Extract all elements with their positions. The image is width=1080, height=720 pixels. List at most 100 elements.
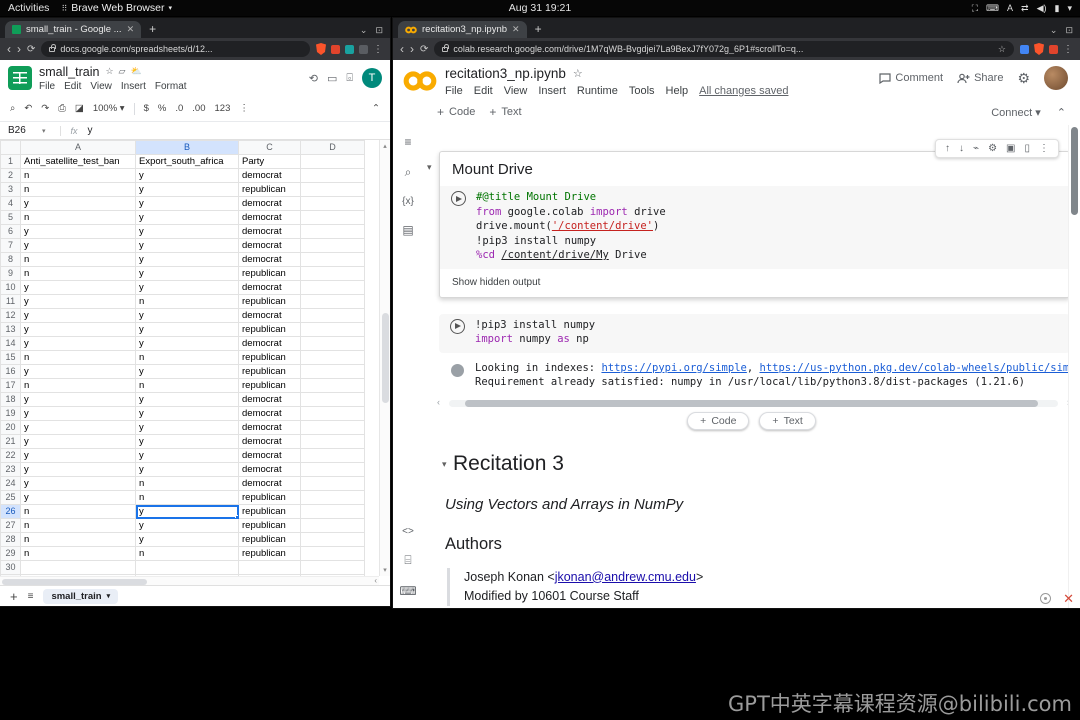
- show-hidden-output-link[interactable]: Show hidden output: [440, 269, 1069, 297]
- cell-C14[interactable]: democrat: [238, 336, 301, 351]
- cell-B26[interactable]: y: [135, 504, 239, 519]
- cell-D9[interactable]: [300, 266, 365, 281]
- row-header-6[interactable]: 6: [0, 224, 21, 239]
- cell-D4[interactable]: [300, 196, 365, 211]
- cell-A18[interactable]: y: [20, 392, 136, 407]
- brave-shield-icon[interactable]: [316, 43, 326, 55]
- cell-A19[interactable]: y: [20, 406, 136, 421]
- cell-B15[interactable]: n: [135, 350, 239, 365]
- terminal-icon[interactable]: ⌨: [399, 584, 416, 598]
- row-header-8[interactable]: 8: [0, 252, 21, 267]
- colab-menu-edit[interactable]: Edit: [474, 85, 493, 97]
- toolbar-more-icon[interactable]: ⋮: [239, 103, 249, 114]
- cell-C20[interactable]: democrat: [238, 420, 301, 435]
- row-header-10[interactable]: 10: [0, 280, 21, 295]
- cell-D2[interactable]: [300, 168, 365, 183]
- cell-D22[interactable]: [300, 448, 365, 463]
- cell-A3[interactable]: n: [20, 182, 136, 197]
- cell-A25[interactable]: y: [20, 490, 136, 505]
- column-header-D[interactable]: D: [300, 140, 365, 155]
- volume-icon[interactable]: ◀): [1037, 3, 1047, 14]
- run-cell-button[interactable]: [449, 318, 465, 334]
- row-header-1[interactable]: 1: [0, 154, 21, 169]
- cell-D11[interactable]: [300, 294, 365, 309]
- tab-search-icon[interactable]: ⌄: [1050, 25, 1058, 36]
- sheet-tab-menu-icon[interactable]: ▾: [107, 592, 111, 600]
- new-tab-button[interactable]: +: [149, 22, 156, 36]
- cell-C2[interactable]: democrat: [238, 168, 301, 183]
- horizontal-scrollbar[interactable]: ‹: [0, 576, 379, 585]
- author-email-link[interactable]: jkonan@andrew.cmu.edu: [555, 570, 696, 584]
- format-currency-button[interactable]: $: [144, 103, 149, 114]
- comment-button[interactable]: Comment: [879, 72, 943, 84]
- cell-C21[interactable]: democrat: [238, 434, 301, 449]
- meet-icon[interactable]: ⌻: [346, 72, 353, 85]
- row-header-22[interactable]: 22: [0, 448, 21, 463]
- sheet-tab-small-train[interactable]: small_train ▾: [43, 588, 119, 604]
- cell-B7[interactable]: y: [135, 238, 239, 253]
- link-cell-icon[interactable]: ⌁: [973, 143, 979, 154]
- cell-C8[interactable]: democrat: [238, 252, 301, 267]
- search-icon[interactable]: ⌕: [405, 165, 412, 180]
- cell-D29[interactable]: [300, 546, 365, 561]
- tab-search-icon[interactable]: ⌄: [360, 25, 368, 36]
- avatar[interactable]: T: [362, 68, 382, 88]
- cell-B14[interactable]: y: [135, 336, 239, 351]
- delete-cell-icon[interactable]: ▯: [1024, 143, 1030, 154]
- code-cell-pip-install[interactable]: !pip3 install numpy import numpy as np: [439, 313, 1070, 353]
- browser-menu-icon[interactable]: ⋮: [373, 44, 383, 55]
- cell-D23[interactable]: [300, 462, 365, 477]
- code-editor[interactable]: #@title Mount Drive from google.colab imp…: [476, 186, 1069, 269]
- cell-C10[interactable]: democrat: [238, 280, 301, 295]
- decrease-decimal-button[interactable]: .0: [175, 103, 183, 114]
- scrollbar-thumb[interactable]: [381, 313, 389, 403]
- cell-D7[interactable]: [300, 238, 365, 253]
- column-header-C[interactable]: C: [238, 140, 301, 155]
- paint-format-icon[interactable]: ◪: [75, 103, 84, 114]
- colab-menu-file[interactable]: File: [445, 85, 463, 97]
- cell-C1[interactable]: Party: [238, 154, 301, 169]
- forward-button[interactable]: ›: [17, 43, 21, 55]
- add-text-button[interactable]: + Text: [489, 105, 521, 119]
- bookmark-star-icon[interactable]: ☆: [998, 44, 1006, 55]
- row-header-19[interactable]: 19: [0, 406, 21, 421]
- app-menu[interactable]: ⠿ Brave Web Browser ▾: [61, 2, 172, 14]
- row-header-29[interactable]: 29: [0, 546, 21, 561]
- zoom-select[interactable]: 100% ▾: [93, 103, 125, 114]
- scrollbar-thumb[interactable]: [465, 399, 1038, 407]
- colab-menu-runtime[interactable]: Runtime: [577, 85, 618, 97]
- cell-D10[interactable]: [300, 280, 365, 295]
- cell-D3[interactable]: [300, 182, 365, 197]
- back-button[interactable]: ‹: [7, 43, 11, 55]
- cell-B30[interactable]: [135, 560, 239, 575]
- clock[interactable]: Aug 31 19:21: [509, 2, 571, 14]
- row-header-3[interactable]: 3: [0, 182, 21, 197]
- cell-B23[interactable]: y: [135, 462, 239, 477]
- run-cell-button[interactable]: [450, 191, 466, 206]
- cell-A21[interactable]: y: [20, 434, 136, 449]
- cell-C18[interactable]: democrat: [238, 392, 301, 407]
- close-overlay-icon[interactable]: ✕: [1063, 592, 1074, 605]
- row-header-5[interactable]: 5: [0, 210, 21, 225]
- row-header-27[interactable]: 27: [0, 518, 21, 533]
- cell-D21[interactable]: [300, 434, 365, 449]
- cell-A5[interactable]: n: [20, 210, 136, 225]
- cell-D8[interactable]: [300, 252, 365, 267]
- record-indicator-icon[interactable]: [1040, 593, 1052, 604]
- row-header-26[interactable]: 26: [0, 504, 21, 519]
- save-status[interactable]: All changes saved: [699, 85, 788, 97]
- cell-A27[interactable]: n: [20, 518, 136, 533]
- cell-B4[interactable]: y: [135, 196, 239, 211]
- move-cell-down-icon[interactable]: ↓: [959, 143, 964, 154]
- colab-menu-insert[interactable]: Insert: [538, 85, 566, 97]
- browser-menu-icon[interactable]: ⋮: [1063, 44, 1073, 55]
- colab-logo-icon[interactable]: [403, 70, 437, 92]
- collapse-toolbar-icon[interactable]: ⌃: [372, 103, 380, 114]
- cell-A8[interactable]: n: [20, 252, 136, 267]
- code-snippets-icon[interactable]: <>: [402, 526, 414, 537]
- row-header-30[interactable]: 30: [0, 560, 21, 575]
- extension-icon[interactable]: [359, 44, 368, 54]
- cell-D26[interactable]: [300, 504, 365, 519]
- settings-gear-icon[interactable]: ⚙: [1017, 70, 1030, 87]
- cell-C19[interactable]: democrat: [238, 406, 301, 421]
